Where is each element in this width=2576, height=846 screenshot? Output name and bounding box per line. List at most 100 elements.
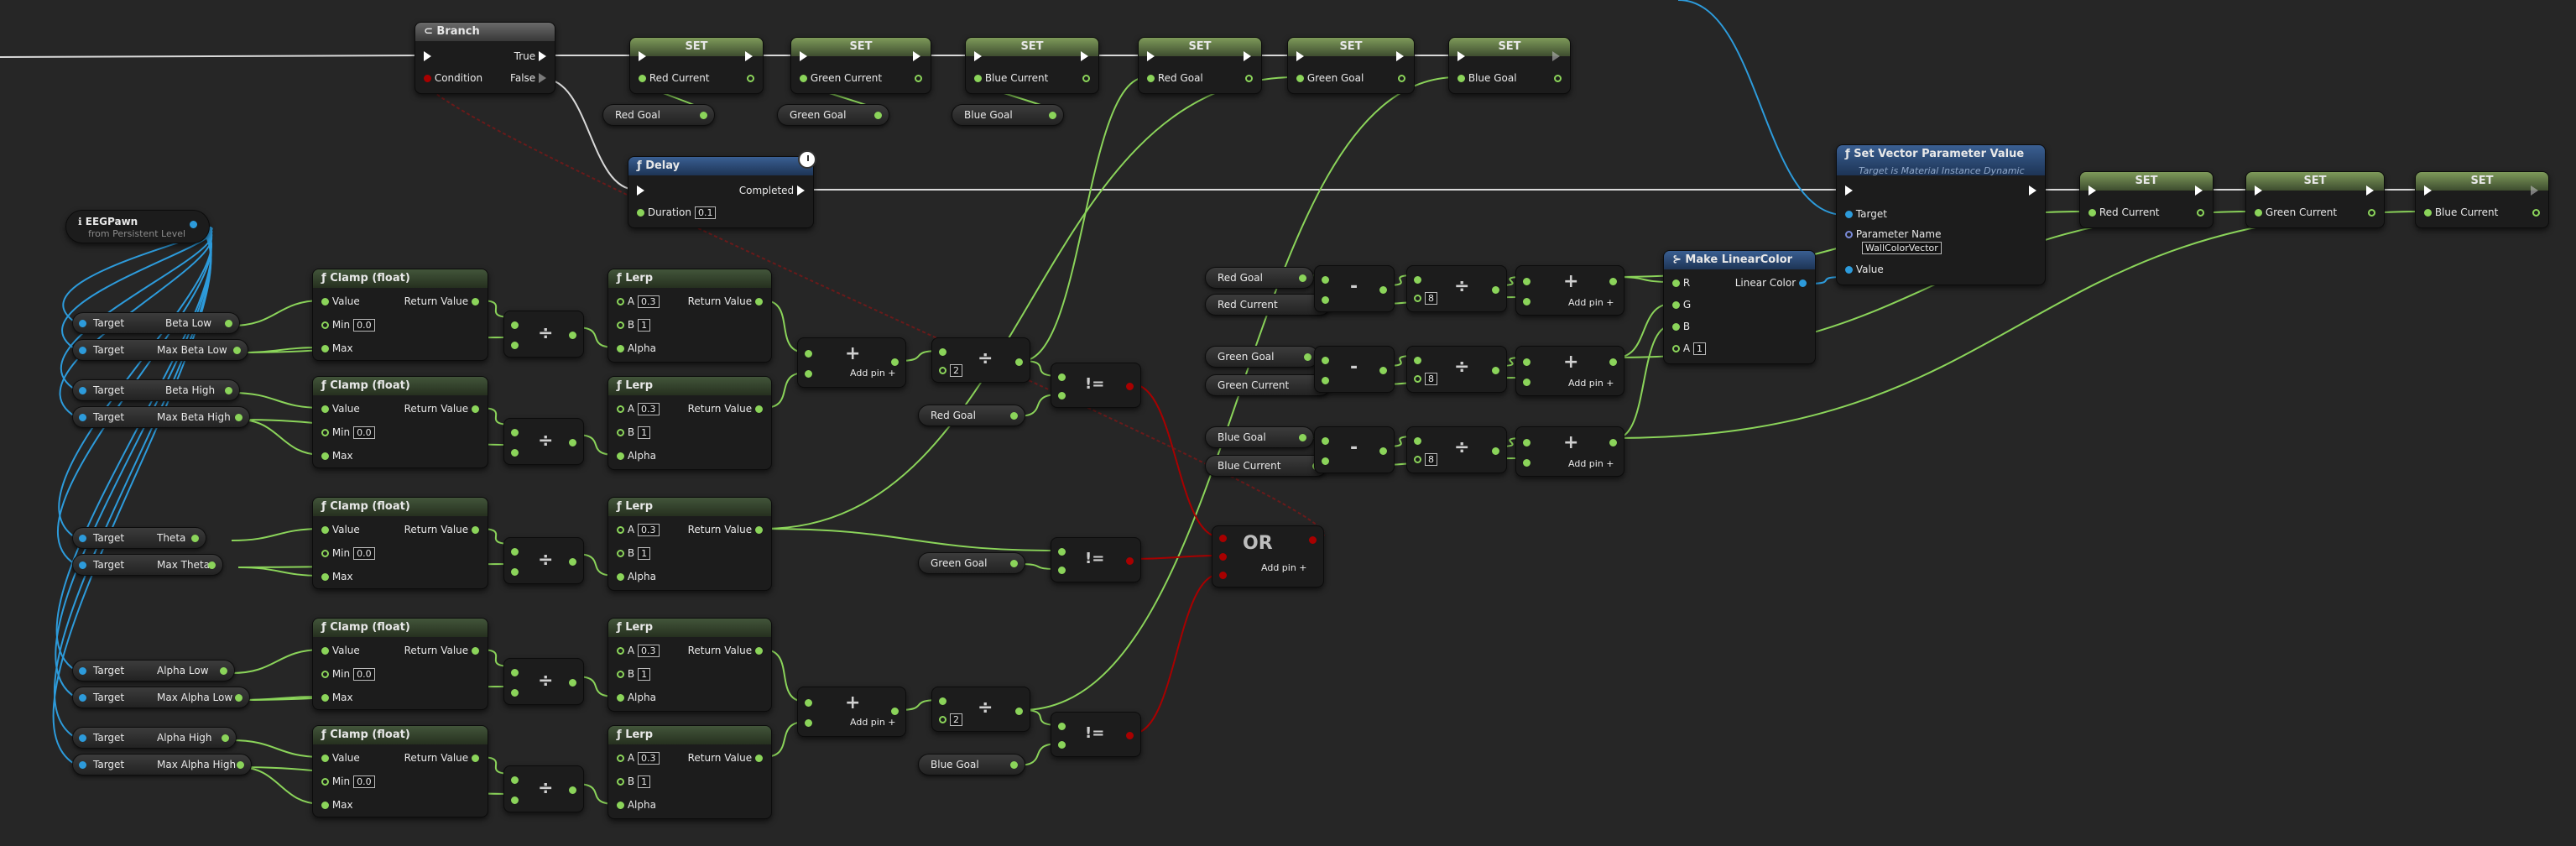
min-field[interactable]: 0.0: [353, 668, 375, 681]
value-pin[interactable]: [321, 526, 329, 534]
divide-by-eight-node[interactable]: 8 ÷: [1406, 426, 1507, 473]
set-node[interactable]: SET Red Current: [2079, 171, 2214, 228]
float-in-pin[interactable]: [2424, 209, 2432, 217]
target-pin[interactable]: [79, 387, 86, 394]
out-pin[interactable]: [569, 439, 576, 446]
exec-in-pin[interactable]: [2088, 185, 2096, 196]
green-goal-getter[interactable]: Green Goal: [918, 552, 1025, 574]
blue-goal-getter[interactable]: Blue Goal: [1205, 426, 1314, 448]
float-in-pin[interactable]: [2255, 209, 2262, 217]
exec-out-pin[interactable]: [745, 51, 753, 61]
return-pin[interactable]: [472, 298, 479, 306]
float-out-pin[interactable]: [208, 561, 216, 569]
float-out-pin[interactable]: [1398, 75, 1405, 82]
set-node[interactable]: SET Blue Goal: [1448, 37, 1571, 94]
return-pin[interactable]: [755, 647, 763, 655]
true-exec-pin[interactable]: [539, 51, 546, 61]
exec-in-pin[interactable]: [637, 185, 644, 196]
return-pin[interactable]: [472, 405, 479, 413]
out-pin[interactable]: [1492, 286, 1499, 294]
a-pin[interactable]: [1523, 358, 1530, 366]
value-pin[interactable]: [321, 298, 329, 306]
divide-by-two-node[interactable]: 2 ÷: [931, 337, 1030, 383]
completed-exec-pin[interactable]: [797, 185, 805, 196]
float-out-pin[interactable]: [235, 694, 242, 702]
red-current-getter[interactable]: Red Current: [1205, 294, 1331, 316]
set-node[interactable]: SET Green Current: [2245, 171, 2385, 228]
out-pin[interactable]: [1492, 447, 1499, 455]
a-pin[interactable]: [617, 647, 624, 655]
float-in-pin[interactable]: [1457, 75, 1465, 82]
a-pin[interactable]: [511, 776, 519, 784]
float-out-pin[interactable]: [874, 112, 882, 119]
false-exec-pin[interactable]: [539, 73, 546, 83]
bool-in-pin[interactable]: [1219, 535, 1227, 542]
float-out-pin[interactable]: [1010, 761, 1018, 769]
b-pin[interactable]: [1414, 375, 1421, 383]
not-equal-node[interactable]: !=: [1051, 712, 1141, 757]
alpha-pin[interactable]: [617, 694, 624, 702]
exec-in-pin[interactable]: [2424, 185, 2432, 196]
return-pin[interactable]: [472, 647, 479, 655]
a-pin[interactable]: [1058, 548, 1066, 556]
a-pin[interactable]: [1414, 276, 1421, 284]
out-pin[interactable]: [891, 708, 899, 715]
exec-out-pin[interactable]: [1552, 51, 1560, 61]
float-out-pin[interactable]: [225, 320, 232, 327]
r-pin[interactable]: [1672, 279, 1680, 287]
bool-out-pin[interactable]: [1126, 383, 1134, 390]
out-pin[interactable]: [1015, 358, 1023, 366]
b-field[interactable]: 1: [638, 319, 651, 332]
clamp-node[interactable]: ƒ Clamp (float) Value Min 0.0 Max Return V…: [312, 725, 488, 817]
float-out-pin[interactable]: [700, 112, 707, 119]
exec-in-pin[interactable]: [1845, 185, 1853, 196]
green-goal-getter[interactable]: Green Goal: [777, 104, 889, 126]
target-pin[interactable]: [79, 761, 86, 769]
add-pin-label[interactable]: Add pin: [1568, 458, 1603, 469]
a-pin[interactable]: [1523, 278, 1530, 285]
return-pin[interactable]: [755, 298, 763, 306]
exec-in-pin[interactable]: [639, 51, 646, 61]
bool-in-pin[interactable]: [1219, 572, 1227, 579]
clamp-node[interactable]: ƒ Clamp (float) Value Min 0.0 Max Return V…: [312, 269, 488, 361]
float-out-pin[interactable]: [1049, 112, 1056, 119]
float-out-pin[interactable]: [915, 75, 922, 82]
add-pin-label[interactable]: Add pin: [1568, 378, 1603, 389]
max-beta-high-getter[interactable]: Target Max Beta High: [72, 406, 250, 428]
or-node[interactable]: OR Add pin +: [1212, 525, 1324, 588]
b-pin[interactable]: [1414, 456, 1421, 463]
max-pin[interactable]: [321, 694, 329, 702]
add-node[interactable]: + Add pin +: [1515, 426, 1624, 477]
a-pin[interactable]: [939, 697, 946, 705]
b-pin[interactable]: [805, 719, 812, 727]
b-field[interactable]: 1: [638, 547, 651, 560]
exec-in-pin[interactable]: [1457, 51, 1465, 61]
exec-out-pin[interactable]: [1081, 51, 1088, 61]
subtract-node[interactable]: -: [1314, 426, 1395, 473]
target-pin[interactable]: [79, 667, 86, 675]
out-pin[interactable]: [569, 558, 576, 566]
a-pin[interactable]: [805, 350, 812, 358]
out-pin[interactable]: [1379, 286, 1387, 294]
min-pin[interactable]: [321, 778, 329, 786]
max-theta-getter[interactable]: Target Max Theta: [72, 554, 223, 576]
max-pin[interactable]: [321, 345, 329, 352]
divide-by-eight-node[interactable]: 8 ÷: [1406, 346, 1507, 393]
divide-by-eight-node[interactable]: 8 ÷: [1406, 265, 1507, 312]
a-pin[interactable]: [617, 755, 624, 762]
return-pin[interactable]: [472, 755, 479, 762]
divisor-field[interactable]: 8: [1425, 373, 1437, 385]
a-pin[interactable]: [511, 669, 519, 676]
divide-node[interactable]: ÷: [503, 418, 584, 465]
object-out-pin[interactable]: [190, 221, 197, 228]
b-pin[interactable]: [1523, 379, 1530, 386]
target-pin[interactable]: [79, 414, 86, 421]
g-pin[interactable]: [1672, 301, 1680, 309]
min-pin[interactable]: [321, 429, 329, 436]
a-field[interactable]: 0.3: [638, 752, 660, 765]
exec-out-pin[interactable]: [1396, 51, 1404, 61]
out-pin[interactable]: [1609, 439, 1617, 446]
float-out-pin[interactable]: [2197, 209, 2204, 217]
branch-node[interactable]: ⊂ Branch Condition True False: [415, 22, 555, 94]
divide-by-two-node[interactable]: 2 ÷: [931, 687, 1030, 732]
